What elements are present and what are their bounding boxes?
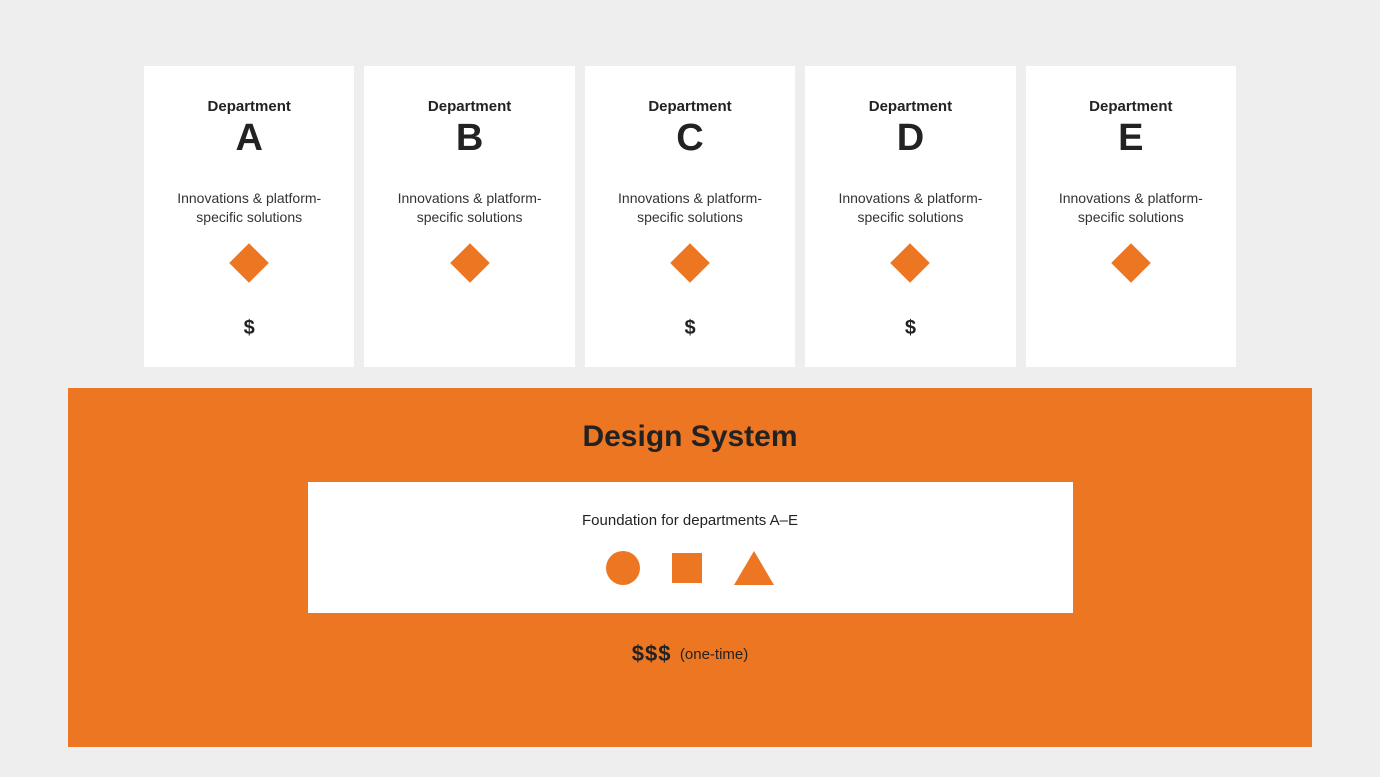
department-label: Department <box>208 98 291 115</box>
department-cost: $ <box>684 317 695 341</box>
department-card-b: Department B Innovations & platform-spec… <box>364 66 574 367</box>
diamond-icon <box>670 243 710 283</box>
design-system-cost-note: (one-time) <box>680 646 748 663</box>
department-letter: B <box>456 119 483 157</box>
department-letter: A <box>235 119 262 157</box>
design-system-cost: $$$ (one-time) <box>68 641 1312 667</box>
design-system-block: Design System Foundation for departments… <box>68 388 1312 747</box>
department-description: Innovations & platform-specific solution… <box>1044 189 1218 227</box>
department-cost: $ <box>905 317 916 341</box>
department-label: Department <box>648 98 731 115</box>
design-system-shapes <box>328 551 1053 585</box>
department-label: Department <box>1089 98 1172 115</box>
diamond-icon <box>1111 243 1151 283</box>
circle-icon <box>606 551 640 585</box>
department-card-d: Department D Innovations & platform-spec… <box>805 66 1015 367</box>
diamond-icon <box>450 243 490 283</box>
department-description: Innovations & platform-specific solution… <box>162 189 336 227</box>
department-label: Department <box>428 98 511 115</box>
diamond-icon <box>229 243 269 283</box>
department-label: Department <box>869 98 952 115</box>
department-row: Department A Innovations & platform-spec… <box>144 66 1236 367</box>
department-card-a: Department A Innovations & platform-spec… <box>144 66 354 367</box>
department-letter: C <box>676 119 703 157</box>
department-description: Innovations & platform-specific solution… <box>382 189 556 227</box>
department-card-e: Department E Innovations & platform-spec… <box>1026 66 1236 367</box>
department-letter: D <box>897 119 924 157</box>
design-system-cost-symbol: $$$ <box>632 641 672 666</box>
department-card-c: Department C Innovations & platform-spec… <box>585 66 795 367</box>
department-cost: $ <box>244 317 255 341</box>
design-system-title: Design System <box>68 420 1312 454</box>
design-system-subtitle: Foundation for departments A–E <box>328 512 1053 529</box>
diamond-icon <box>891 243 931 283</box>
department-description: Innovations & platform-specific solution… <box>823 189 997 227</box>
department-letter: E <box>1118 119 1143 157</box>
department-description: Innovations & platform-specific solution… <box>603 189 777 227</box>
diagram-canvas: Department A Innovations & platform-spec… <box>0 0 1380 777</box>
triangle-icon <box>734 551 774 585</box>
design-system-foundation: Foundation for departments A–E <box>308 482 1073 613</box>
square-icon <box>672 553 702 583</box>
